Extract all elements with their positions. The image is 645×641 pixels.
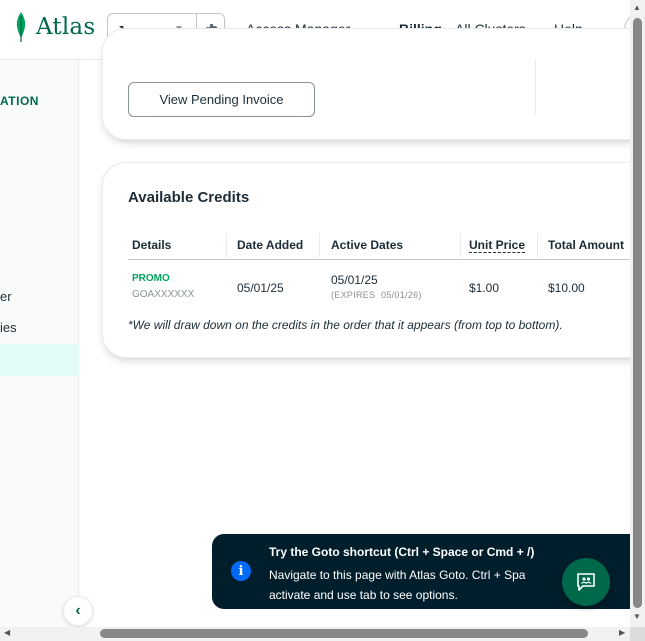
scrollbar-corner xyxy=(630,627,645,641)
scroll-down-arrow[interactable]: ▼ xyxy=(633,612,641,621)
column-separator xyxy=(226,233,227,257)
credit-date-added: 05/01/25 xyxy=(237,281,284,295)
chat-icon xyxy=(577,573,595,591)
credit-unit-price: $1.00 xyxy=(469,281,500,295)
sidebar: ATION er ies xyxy=(0,60,79,641)
toast-title: Try the Goto shortcut (Ctrl + Space or C… xyxy=(269,545,535,559)
collapse-sidebar-button[interactable]: ‹ xyxy=(63,596,93,626)
scroll-left-arrow[interactable]: ◀ xyxy=(4,628,10,637)
column-separator xyxy=(460,233,461,257)
column-header-details: Details xyxy=(132,238,172,252)
info-icon: i xyxy=(231,561,251,581)
sidebar-item[interactable]: er xyxy=(0,289,12,304)
sidebar-item-active[interactable] xyxy=(0,344,79,376)
toast-body-line2: activate and use tab to see options. xyxy=(269,588,458,602)
leaf-icon xyxy=(16,12,26,42)
sidebar-item[interactable]: ies xyxy=(0,320,17,335)
chevron-left-icon: ‹ xyxy=(75,602,81,619)
column-separator xyxy=(319,233,320,257)
column-header-date-added: Date Added xyxy=(237,238,304,252)
invoice-card: View Pending Invoice xyxy=(102,28,645,140)
chat-support-button[interactable] xyxy=(562,558,610,606)
horizontal-scrollbar-thumb[interactable] xyxy=(100,629,588,638)
credit-type: PROMO xyxy=(132,273,170,284)
vertical-scrollbar-thumb[interactable] xyxy=(633,18,642,608)
sidebar-section-header: ATION xyxy=(0,94,39,108)
table-header-divider xyxy=(128,259,645,260)
credits-footnote: *We will draw down on the credits in the… xyxy=(128,318,563,332)
credits-title: Available Credits xyxy=(128,189,250,206)
view-pending-invoice-button[interactable]: View Pending Invoice xyxy=(128,82,315,117)
available-credits-card: Available Credits Details Date Added Act… xyxy=(102,162,645,358)
column-header-active-dates: Active Dates xyxy=(331,238,404,252)
toast-body-line1: Navigate to this page with Atlas Goto. C… xyxy=(269,568,526,582)
divider xyxy=(535,59,536,115)
column-header-unit-price[interactable]: Unit Price xyxy=(469,238,526,253)
scroll-right-arrow[interactable]: ▶ xyxy=(619,628,625,637)
credit-active-start: 05/01/25 xyxy=(331,273,378,287)
credit-expires: (EXPIRES 05/01/26) xyxy=(331,290,422,300)
scroll-up-arrow[interactable]: ▲ xyxy=(633,3,641,12)
atlas-logo[interactable]: Atlas xyxy=(14,12,95,42)
column-header-total-amount: Total Amount xyxy=(548,238,624,252)
logo-text: Atlas xyxy=(36,14,96,40)
column-separator xyxy=(537,233,538,257)
credit-code: GOAXXXXXX xyxy=(132,289,195,300)
credit-total-amount: $10.00 xyxy=(548,281,585,295)
